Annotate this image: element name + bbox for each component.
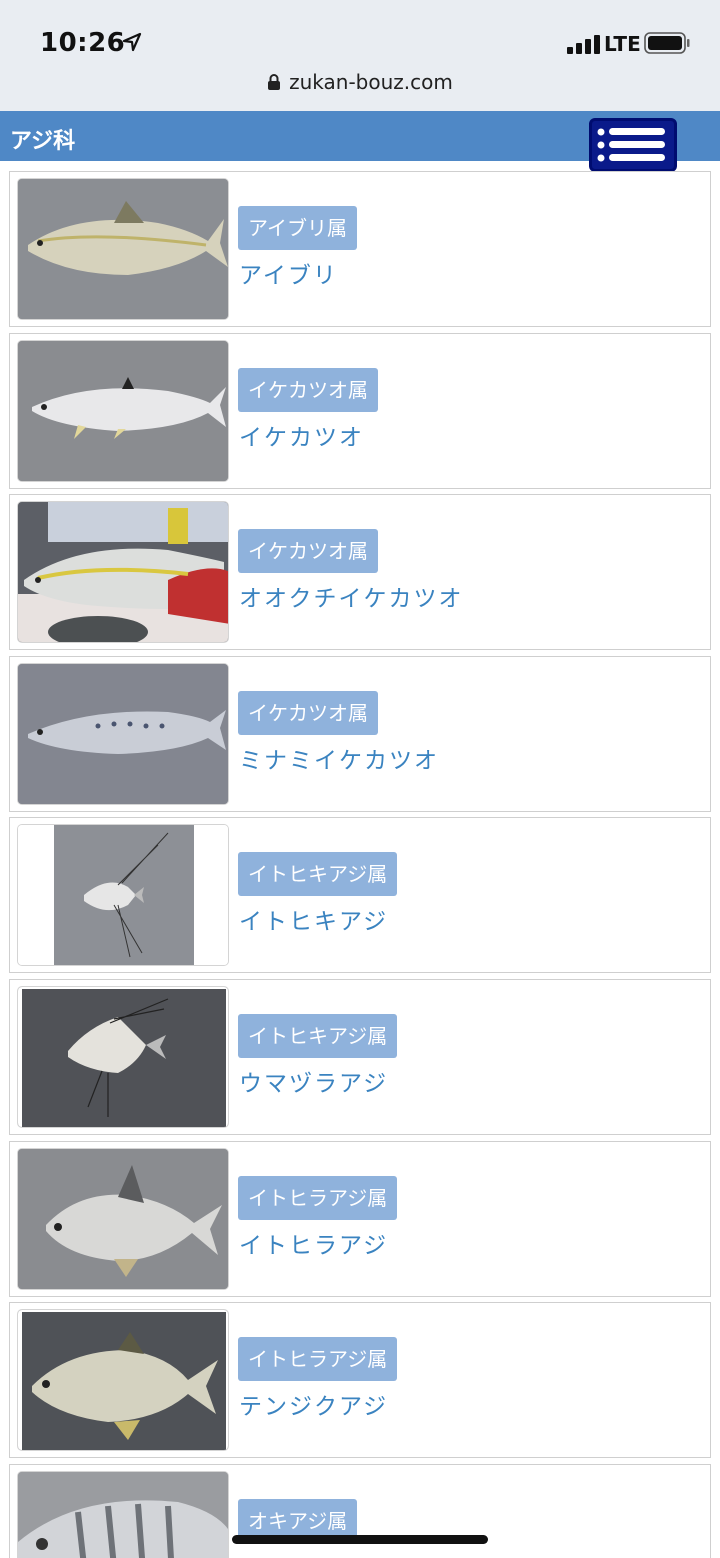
- genus-badge[interactable]: イケカツオ属: [238, 691, 378, 735]
- fish-card[interactable]: イトヒラアジ属 テンジクアジ: [9, 1302, 711, 1458]
- genus-badge[interactable]: アイブリ属: [238, 206, 357, 250]
- fish-card[interactable]: イケカツオ属 ミナミイケカツオ: [9, 656, 711, 812]
- fish-card[interactable]: アイブリ属 アイブリ: [9, 171, 711, 327]
- fish-thumbnail[interactable]: [17, 824, 229, 966]
- species-link[interactable]: オオクチイケカツオ: [239, 579, 464, 613]
- fish-card[interactable]: イトヒキアジ属 ウマヅラアジ: [9, 979, 711, 1135]
- signal-icon: [567, 35, 600, 54]
- genus-badge[interactable]: イケカツオ属: [238, 529, 378, 573]
- species-link[interactable]: イトヒキアジ: [239, 902, 388, 936]
- fish-card[interactable]: イケカツオ属 イケカツオ: [9, 333, 711, 489]
- fish-card[interactable]: イトヒキアジ属 イトヒキアジ: [9, 817, 711, 973]
- menu-button[interactable]: [589, 118, 677, 172]
- home-indicator[interactable]: [232, 1535, 488, 1544]
- fish-thumbnail[interactable]: [17, 340, 229, 482]
- status-bar: 10:26 LTE zukan-bouz.com: [0, 0, 720, 111]
- species-link[interactable]: イケカツオ: [239, 418, 364, 452]
- fish-card[interactable]: イケカツオ属 オオクチイケカツオ: [9, 494, 711, 650]
- battery-icon: [644, 32, 690, 54]
- fish-thumbnail[interactable]: [17, 178, 229, 320]
- species-link[interactable]: テンジクアジ: [239, 1387, 388, 1421]
- fish-thumbnail[interactable]: [17, 1148, 229, 1290]
- menu-list-icon: [597, 128, 665, 162]
- species-link[interactable]: インドオキアジ: [239, 1549, 413, 1558]
- genus-badge[interactable]: イトヒキアジ属: [238, 852, 398, 896]
- genus-badge[interactable]: イトヒラアジ属: [238, 1337, 398, 1381]
- fish-thumbnail[interactable]: [17, 1471, 229, 1558]
- genus-badge[interactable]: イケカツオ属: [238, 368, 378, 412]
- url-text: zukan-bouz.com: [289, 70, 453, 94]
- status-time: 10:26: [40, 28, 126, 58]
- fish-card[interactable]: イトヒラアジ属 イトヒラアジ: [9, 1141, 711, 1297]
- lock-icon: [268, 74, 281, 90]
- page-title: アジ科: [10, 129, 76, 154]
- fish-thumbnail[interactable]: [17, 663, 229, 805]
- genus-badge[interactable]: イトヒラアジ属: [238, 1176, 398, 1220]
- genus-badge[interactable]: イトヒキアジ属: [238, 1014, 398, 1058]
- address-bar[interactable]: zukan-bouz.com: [0, 70, 720, 94]
- species-link[interactable]: ウマヅラアジ: [239, 1064, 388, 1098]
- fish-thumbnail[interactable]: [17, 501, 229, 643]
- species-link[interactable]: アイブリ: [239, 256, 338, 290]
- fish-thumbnail[interactable]: [17, 1309, 229, 1451]
- species-link[interactable]: ミナミイケカツオ: [239, 741, 439, 775]
- carrier-label: LTE: [604, 32, 641, 56]
- location-arrow-icon: [122, 32, 142, 52]
- fish-thumbnail[interactable]: [17, 986, 229, 1128]
- species-link[interactable]: イトヒラアジ: [239, 1226, 388, 1260]
